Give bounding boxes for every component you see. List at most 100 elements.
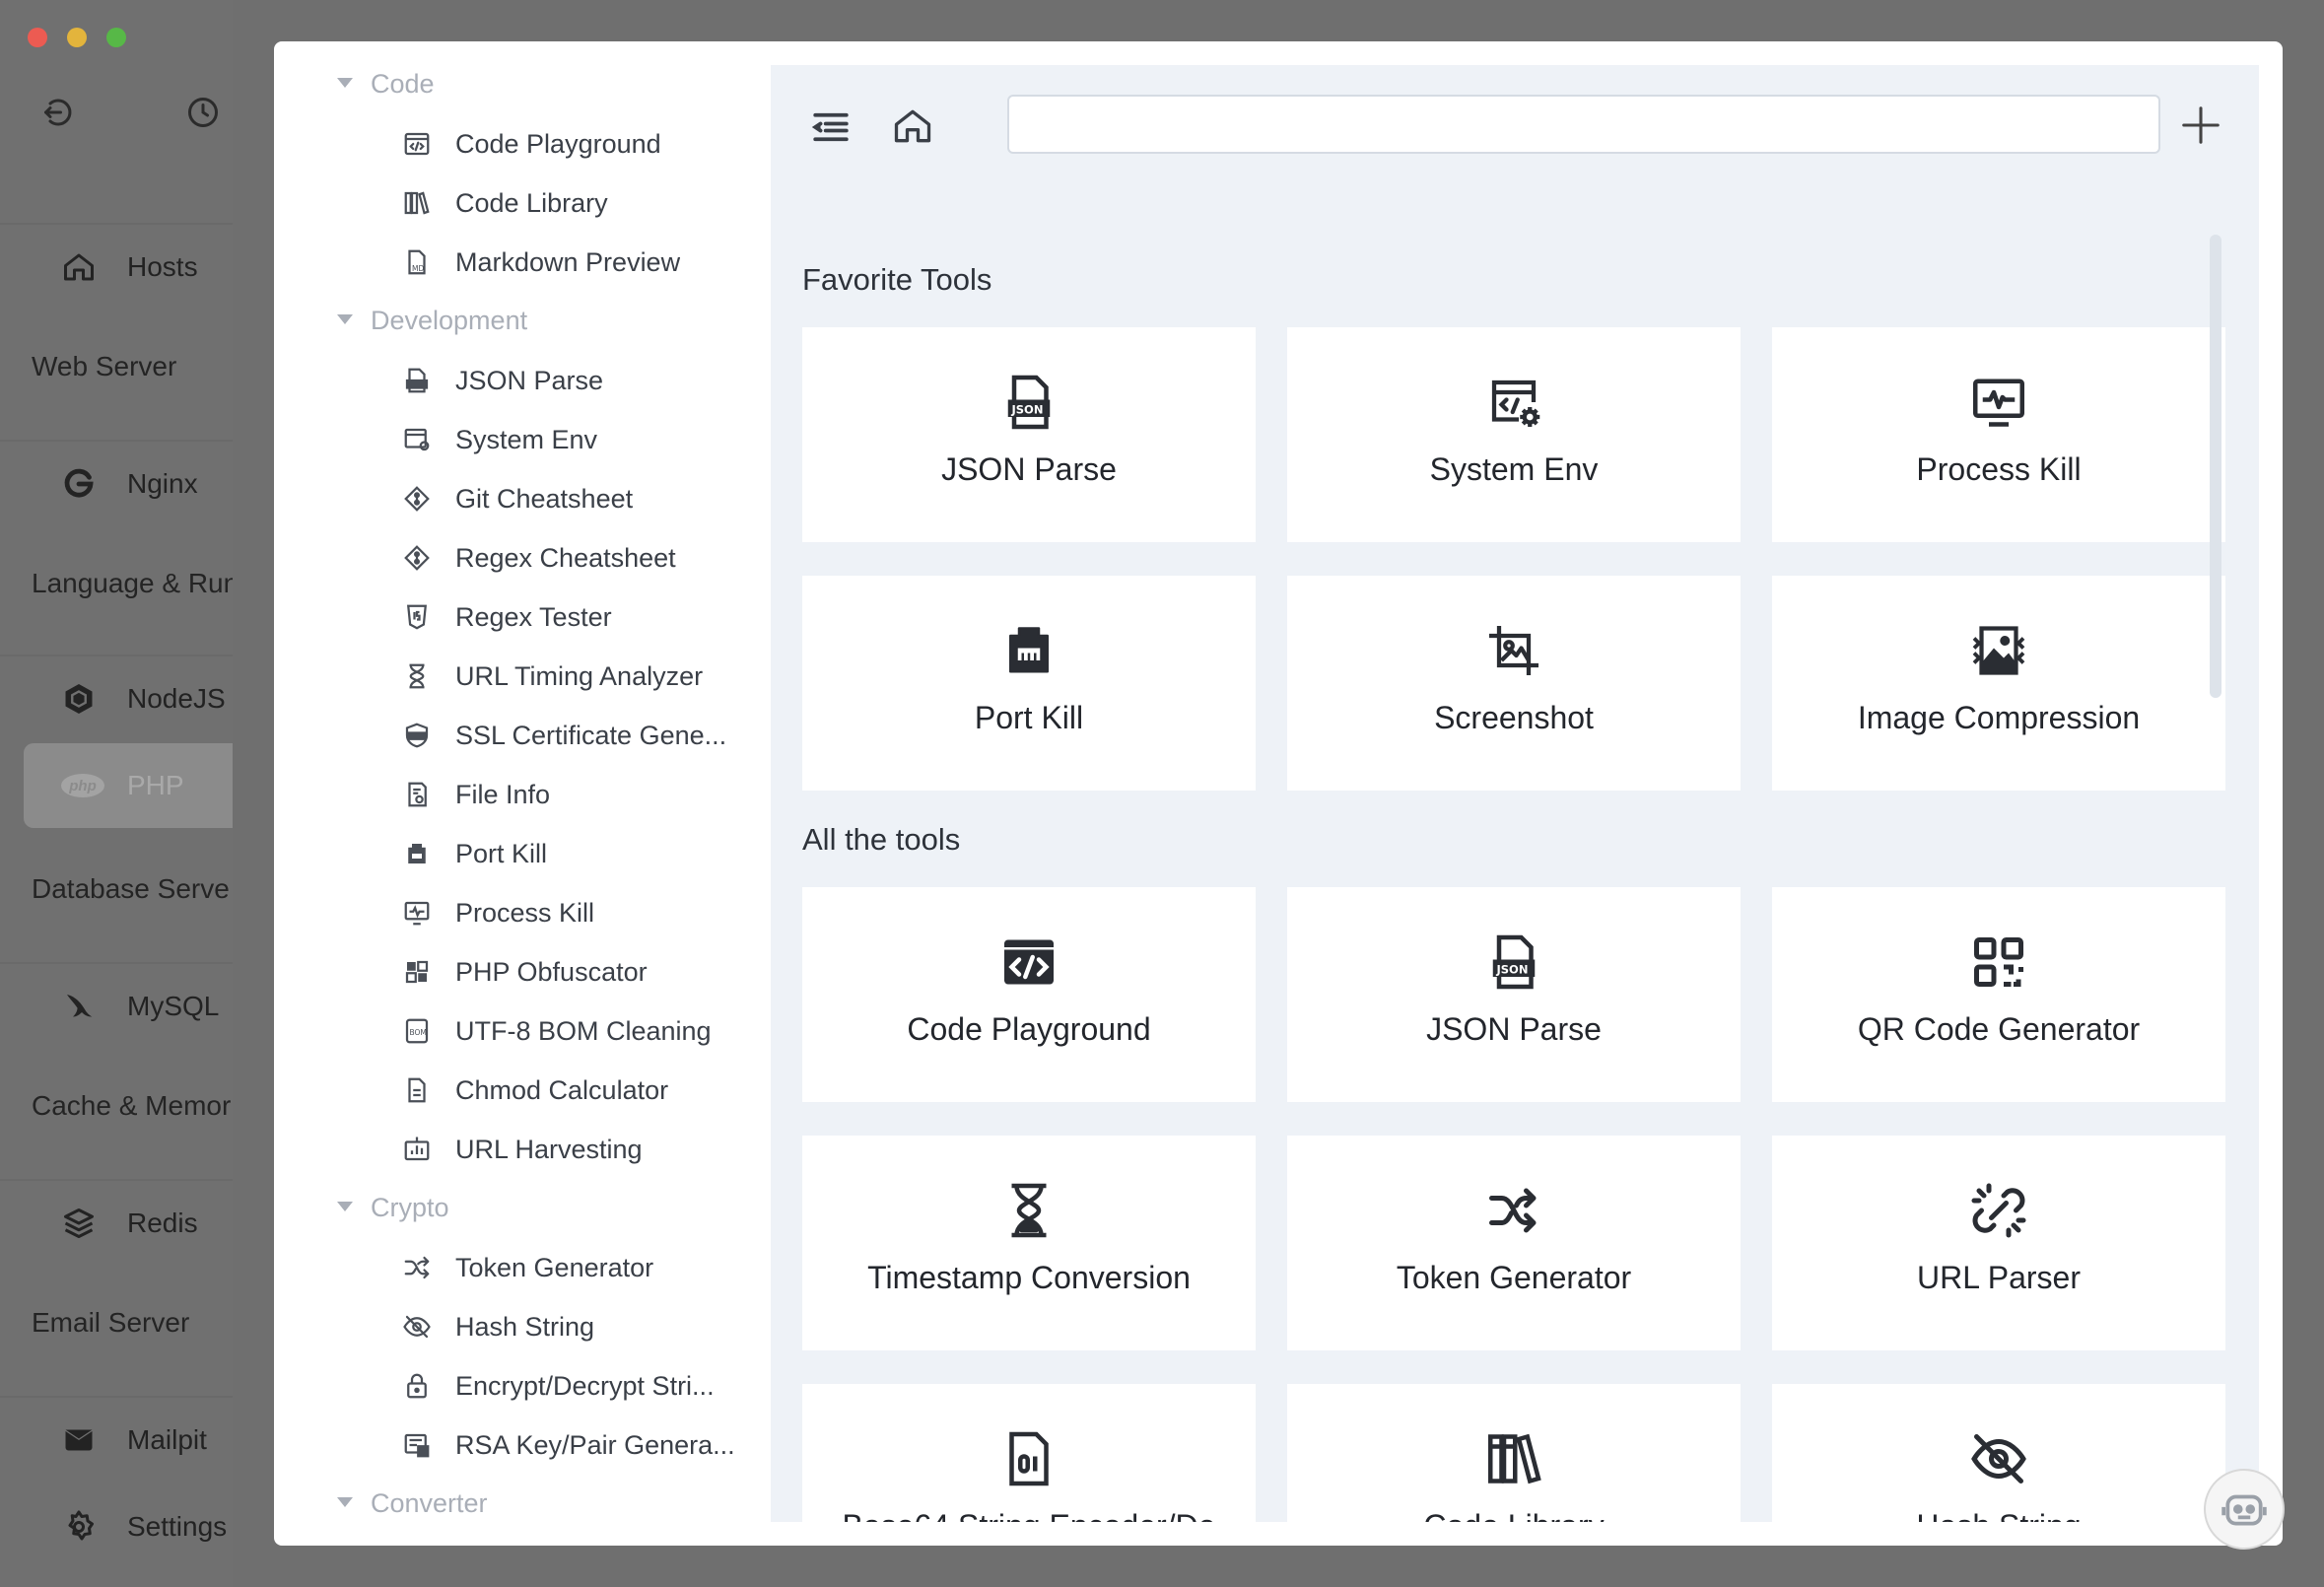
card-label: Port Kill [974,700,1084,735]
tree-item-label: URL Harvesting [455,1134,643,1164]
window-minimize-button[interactable] [67,28,87,47]
sidebar-item-label: Mailpit [127,1424,207,1455]
tree-item-markdown-preview[interactable]: MD Markdown Preview [402,239,737,286]
binary-file-icon [1009,1431,1049,1486]
section-title-all-tools: All the tools [802,822,961,857]
window-zoom-button[interactable] [106,28,126,47]
sidebar-item-settings[interactable]: Settings [0,1484,233,1569]
tree-item-url-timing[interactable]: URL Timing Analyzer [402,653,737,700]
image-crop-icon [1489,626,1538,675]
fav-card-screenshot[interactable]: Screenshot [1287,576,1741,791]
tree-item-label: Code Playground [455,128,661,159]
tool-card-code-library[interactable]: Code Library [1287,1384,1741,1522]
tree-item-rsa-key[interactable]: RSA Key/Pair Genera... [402,1421,737,1469]
tree-item-code-playground[interactable]: Code Playground [402,120,737,168]
tool-card-json-parse[interactable]: JSON JSON Parse [1287,887,1741,1102]
tree-item-hash-string[interactable]: Hash String [402,1303,737,1350]
image-compress-icon [1972,626,2025,675]
sidebar-item-nginx[interactable]: Nginx [0,440,233,526]
sidebar-item-label: Nginx [127,468,198,499]
caret-down-icon [337,1201,353,1211]
tree-group-label: Converter [371,1488,488,1518]
window-close-button[interactable] [28,28,47,47]
clock-icon[interactable] [185,95,221,130]
tool-card-base64[interactable]: Base64 String Encoder/De [802,1384,1256,1522]
tree-item-system-env[interactable]: System Env [402,416,737,463]
scrollbar-thumb[interactable] [2210,235,2221,698]
tree-item-json-parse[interactable]: JSON Parse [402,357,737,404]
tree-item-git-cheatsheet[interactable]: Git Cheatsheet [402,475,737,522]
caret-down-icon [337,1496,353,1507]
card-label: Code Library [1287,1508,1741,1522]
robot-icon [2221,1494,2267,1526]
tree-item-label: File Info [455,779,551,809]
card-label: URL Parser [1917,1260,2081,1295]
document-icon [408,1077,426,1103]
fav-card-system-env[interactable]: System Env [1287,327,1741,542]
fav-card-process-kill[interactable]: Process Kill [1772,327,2225,542]
sidebar-item-label: NodeJS [127,683,226,714]
json-file-icon [405,368,429,393]
code-window-icon [1004,939,1054,985]
tree-item-port-kill[interactable]: Port Kill [402,830,737,877]
tool-card-token-generator[interactable]: Token Generator [1287,1136,1741,1350]
sidebar-group-web-server: Web Server [32,351,177,381]
json-file-icon: JSON [1007,375,1051,430]
tree-item-regex-cheatsheet[interactable]: Regex Cheatsheet [402,534,737,582]
sidebar-group-database: Database Serve [32,873,230,904]
tool-card-hash-string[interactable]: Hash String [1772,1384,2225,1522]
tree-item-file-info[interactable]: File Info [402,771,737,818]
sidebar-item-mailpit[interactable]: Mailpit [0,1396,233,1483]
tree-item-ssl-cert[interactable]: SSL Certificate Gene... [402,712,737,759]
tree-item-label: UTF-8 BOM Cleaning [455,1015,712,1046]
tool-card-qr-code[interactable]: QR Code Generator [1772,887,2225,1102]
logout-icon[interactable] [41,95,77,130]
tree-item-label: Hash String [455,1311,595,1342]
tree-item-code-library[interactable]: Code Library [402,179,737,227]
tree-group-crypto[interactable]: Crypto [337,1193,449,1223]
file-info-icon [408,782,427,807]
sidebar-item-hosts[interactable]: Hosts [0,223,233,310]
tool-card-url-parser[interactable]: URL Parser [1772,1136,2225,1350]
tree-item-chmod[interactable]: Chmod Calculator [402,1067,737,1114]
tree-item-encrypt-decrypt[interactable]: Encrypt/Decrypt Stri... [402,1362,737,1410]
tree-group-converter[interactable]: Converter [337,1488,488,1519]
tree-group-development[interactable]: Development [337,306,527,336]
gear-icon [68,1510,94,1541]
sidebar-group-cache: Cache & Memor [32,1090,232,1121]
tool-card-timestamp[interactable]: Timestamp Conversion [802,1136,1256,1350]
tree-item-process-kill[interactable]: Process Kill [402,889,737,936]
ssl-shield-icon [405,723,429,748]
fav-card-image-compression[interactable]: Image Compression [1772,576,2225,791]
tree-item-utf8-bom[interactable]: BOM UTF-8 BOM Cleaning [402,1007,737,1055]
tree-item-label: Git Cheatsheet [455,483,634,514]
fav-card-port-kill[interactable]: Port Kill [802,576,1256,791]
mysql-dolphin-icon [67,995,93,1017]
card-label: Code Playground [907,1011,1151,1047]
card-label: Process Kill [1916,451,2082,487]
tree-item-regex-tester[interactable]: Regex Tester [402,593,737,641]
tree-item-token-generator[interactable]: Token Generator [402,1244,737,1291]
tool-card-code-playground[interactable]: Code Playground [802,887,1256,1102]
tree-item-label: Code Library [455,187,608,218]
sidebar-item-mysql[interactable]: MySQL [0,962,233,1049]
card-label: Hash String [1772,1508,2225,1522]
tools-scroll-area[interactable]: Favorite Tools JSON JSON Parse System En… [771,65,2259,1522]
sidebar-item-php[interactable]: php PHP [24,743,233,828]
sidebar-item-nodejs[interactable]: NodeJS [0,655,233,741]
assistant-bot-button[interactable] [2204,1469,2285,1550]
card-label: Timestamp Conversion [867,1260,1191,1295]
app-sidebar: Hosts Web Server Nginx Language & Run No… [0,0,233,1587]
tree-item-url-harvesting[interactable]: URL Harvesting [402,1126,737,1173]
sidebar-item-redis[interactable]: Redis [0,1179,233,1266]
fav-card-json-parse[interactable]: JSON JSON Parse [802,327,1256,542]
tree-group-code[interactable]: Code [337,69,435,100]
nginx-icon [64,468,94,498]
section-title-favorites: Favorite Tools [802,262,992,297]
harvest-icon [404,1137,430,1161]
js-shield-icon [407,604,427,630]
sidebar-group-email: Email Server [32,1307,190,1338]
tree-item-php-obfuscator[interactable]: PHP Obfuscator [402,948,737,996]
caret-down-icon [337,77,353,88]
php-icon: php [61,774,104,797]
